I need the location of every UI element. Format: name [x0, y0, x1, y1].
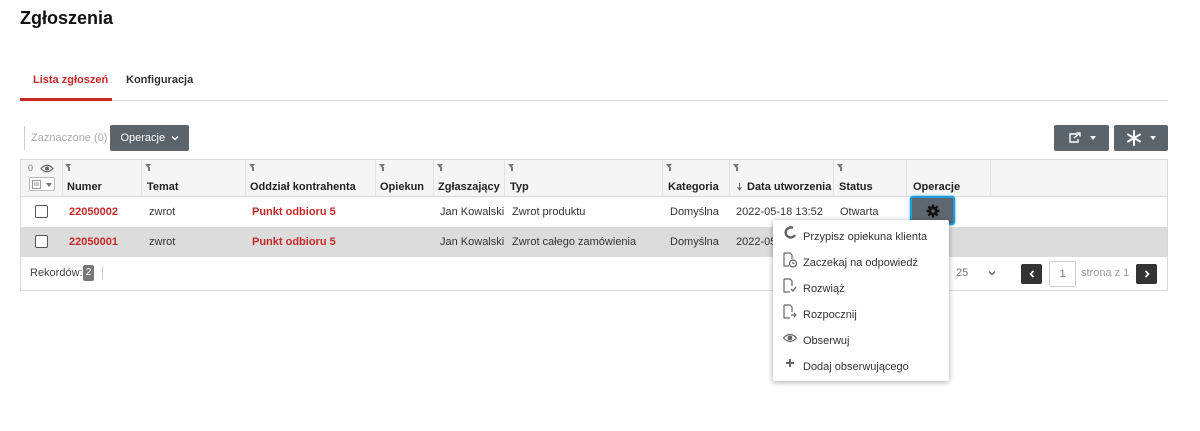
column-header-opiekun[interactable]: Opiekun: [380, 181, 424, 193]
filter-icon[interactable]: [508, 164, 515, 171]
document-check-icon: [783, 278, 797, 293]
cell-kategoria: Domyślna: [670, 206, 719, 218]
selected-count: Zaznaczone (0): [24, 126, 107, 150]
menu-item-label: Dodaj obserwującego: [803, 361, 909, 373]
menu-item-label: Rozpocznij: [803, 309, 857, 321]
chevron-down-icon: [988, 271, 996, 276]
filter-icon[interactable]: [65, 164, 72, 171]
column-header-typ[interactable]: Typ: [510, 181, 529, 193]
cell-temat: zwrot: [149, 206, 176, 218]
cell-typ: Zwrot produktu: [512, 206, 586, 218]
eye-icon[interactable]: [40, 164, 54, 173]
tab-konfiguracja[interactable]: Konfiguracja: [126, 74, 193, 86]
document-clock-icon: [783, 252, 797, 268]
asterisk-icon: [1127, 130, 1141, 146]
row-checkbox[interactable]: [35, 235, 48, 248]
gear-icon: [926, 204, 939, 217]
chevron-right-icon: [1144, 270, 1150, 278]
column-chooser[interactable]: [29, 177, 55, 191]
page-size-select[interactable]: 25: [947, 262, 1001, 286]
menu-item-label: Obserwuj: [803, 335, 850, 347]
operations-button[interactable]: Operacje: [110, 125, 190, 151]
cell-typ: Zwrot całego zamówienia: [512, 236, 637, 248]
footer-divider: [102, 266, 103, 280]
column-header-oddzial[interactable]: Oddział kontrahenta: [250, 181, 356, 193]
menu-item-add-watcher[interactable]: Dodaj obserwującego: [773, 353, 949, 379]
page-number-input[interactable]: 1: [1049, 261, 1076, 287]
column-header-temat[interactable]: Temat: [147, 181, 179, 193]
tab-bar: Lista zgłoszeń Konfiguracja: [20, 64, 1168, 101]
table-row[interactable]: 22050001 zwrot Punkt odbioru 5 Jan Kowal…: [21, 227, 1167, 257]
filter-icon[interactable]: [666, 164, 673, 171]
grid-settings-button[interactable]: [1114, 125, 1168, 151]
caret-down-icon: [1089, 136, 1096, 140]
filter-icon[interactable]: [437, 164, 444, 171]
branch-link[interactable]: Punkt odbioru 5: [252, 236, 336, 248]
caret-down-icon: [46, 183, 52, 187]
cell-kategoria: Domyślna: [670, 236, 719, 248]
caret-down-icon: [1150, 136, 1156, 140]
cell-temat: zwrot: [149, 236, 176, 248]
filter-icon[interactable]: [379, 164, 386, 171]
grid-header: 0 Numer Temat Oddział kontrahenta Opieku…: [21, 160, 1167, 197]
eye-icon: [783, 333, 797, 343]
list-icon: [32, 180, 41, 189]
cell-data: 2022-05: [736, 236, 777, 248]
branch-link[interactable]: Punkt odbioru 5: [252, 206, 336, 218]
column-header-numer[interactable]: Numer: [67, 181, 102, 193]
records-count-badge: 2: [83, 265, 94, 281]
column-header-operacje: Operacje: [913, 181, 961, 193]
filter-icon[interactable]: [837, 164, 844, 171]
row-checkbox[interactable]: [35, 205, 48, 218]
row-operations-menu: Przypisz opiekuna klienta Zaczekaj na od…: [773, 220, 949, 381]
tickets-grid: 0 Numer Temat Oddział kontrahenta Opieku…: [20, 159, 1168, 291]
column-header-data-utworzenia[interactable]: Data utworzenia: [747, 181, 831, 193]
menu-item-resolve[interactable]: Rozwiąż: [773, 275, 949, 301]
plus-icon: [786, 359, 794, 367]
page-of-label: strona z 1: [1081, 267, 1130, 279]
cell-data: 2022-05-18 13:52: [736, 206, 823, 218]
table-row[interactable]: 22050002 zwrot Punkt odbioru 5 Jan Kowal…: [21, 197, 1167, 227]
ticket-number-link[interactable]: 22050002: [69, 206, 118, 218]
export-button[interactable]: [1054, 125, 1109, 151]
menu-item-label: Zaczekaj na odpowiedź: [803, 257, 918, 269]
column-header-kategoria[interactable]: Kategoria: [668, 181, 719, 193]
cell-status: Otwarta: [840, 206, 879, 218]
operations-button-label: Operacje: [120, 132, 166, 144]
menu-item-wait-for-reply[interactable]: Zaczekaj na odpowiedź: [773, 249, 949, 275]
column-header-zglaszajacy[interactable]: Zgłaszający: [438, 181, 500, 193]
menu-item-label: Przypisz opiekuna klienta: [803, 231, 928, 243]
menu-item-watch[interactable]: Obserwuj: [773, 327, 949, 353]
grid-footer: Rekordów: 2 25 1 strona z 1: [21, 257, 1167, 290]
document-arrow-icon: [783, 304, 797, 319]
filter-icon[interactable]: [145, 164, 152, 171]
page-title: Zgłoszenia: [20, 8, 114, 28]
active-tab-underline: [20, 98, 112, 101]
tab-lista-zgloszen[interactable]: Lista zgłoszeń: [33, 74, 108, 86]
selection-toolbar: Zaznaczone (0) Operacje: [24, 125, 190, 151]
cell-zglaszajacy: Jan Kowalski: [440, 206, 505, 218]
prev-page-button[interactable]: [1021, 264, 1042, 284]
menu-item-assign-keeper[interactable]: Przypisz opiekuna klienta: [773, 223, 949, 249]
chevron-left-icon: [1028, 270, 1034, 278]
chevron-down-icon: [171, 136, 179, 141]
sort-desc-icon: [737, 183, 742, 191]
column-header-status[interactable]: Status: [839, 181, 873, 193]
visible-columns-count: 0: [28, 163, 34, 173]
next-page-button[interactable]: [1136, 264, 1157, 284]
magnet-icon: [784, 226, 797, 239]
records-label: Rekordów:: [30, 267, 83, 279]
menu-item-label: Rozwiąż: [803, 283, 845, 295]
menu-item-start[interactable]: Rozpocznij: [773, 301, 949, 327]
filter-icon[interactable]: [249, 164, 256, 171]
filter-icon[interactable]: [733, 164, 740, 171]
export-icon: [1068, 132, 1081, 143]
ticket-number-link[interactable]: 22050001: [69, 236, 118, 248]
cell-zglaszajacy: Jan Kowalski: [440, 236, 505, 248]
page-size-value: 25: [956, 267, 969, 279]
